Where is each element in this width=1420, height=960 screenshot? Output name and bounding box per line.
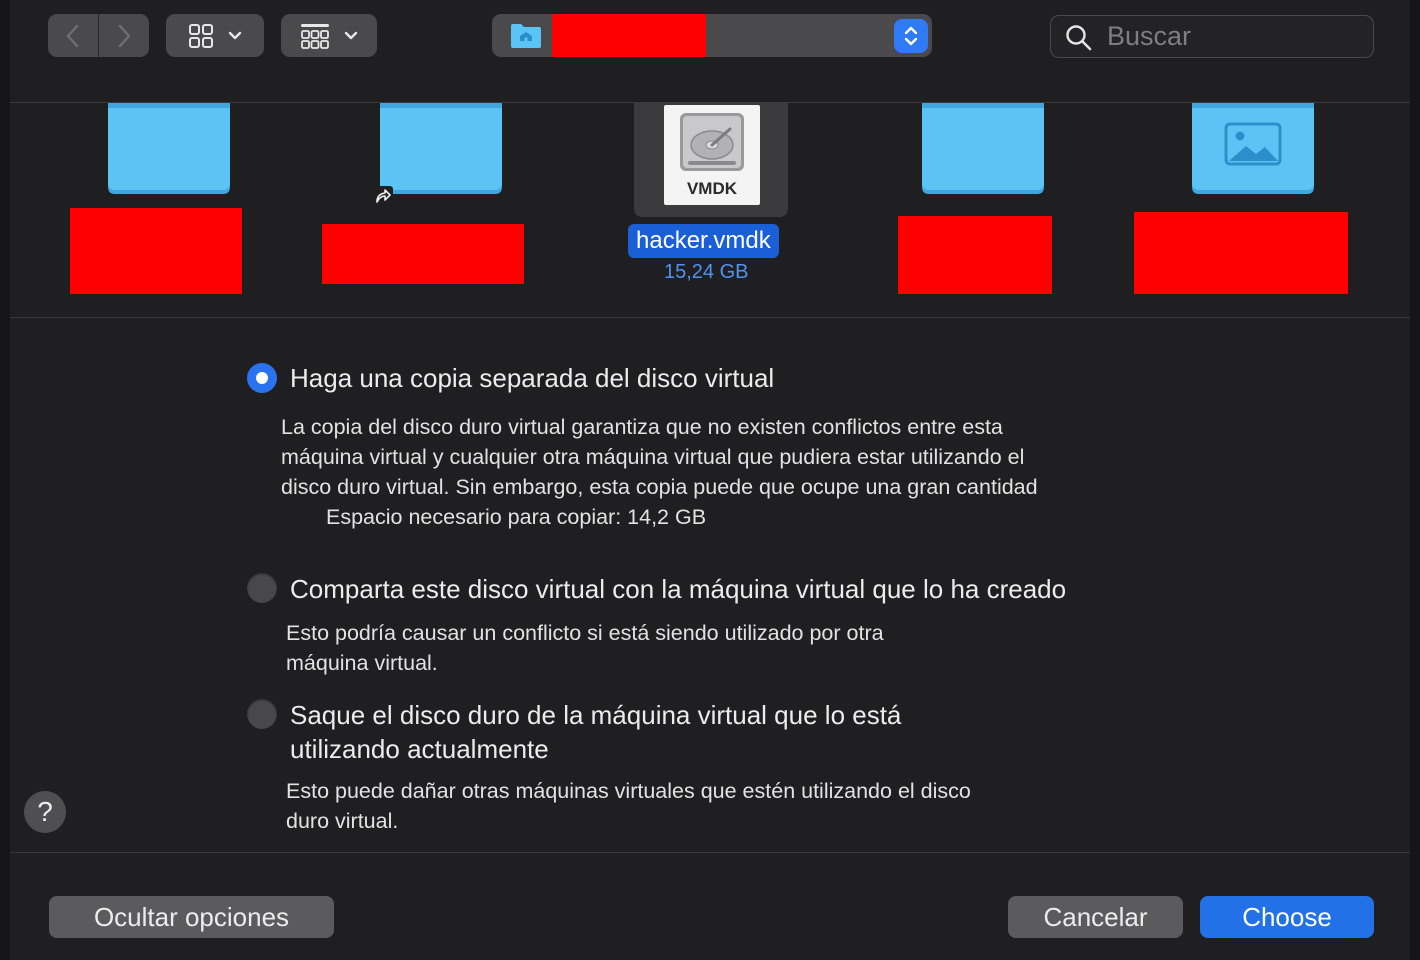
group-grid-icon	[301, 23, 329, 49]
search-icon	[1066, 25, 1092, 51]
location-popup[interactable]	[492, 14, 932, 57]
disk-options: Haga una copia separada del disco virtua…	[10, 318, 1410, 853]
option-detach-desc-line: duro virtual.	[286, 809, 399, 833]
up-down-chevron-icon	[904, 26, 918, 46]
chevron-down-icon	[228, 31, 242, 39]
option-copy-desc-line: La copia del disco duro virtual garantiz…	[281, 415, 1003, 439]
radio-dot	[256, 372, 268, 384]
folder-item[interactable]	[920, 103, 1046, 195]
window-edge-right	[1410, 0, 1420, 960]
search-field[interactable]	[1050, 15, 1374, 58]
chevron-down-icon	[344, 31, 358, 39]
folder-icon	[922, 103, 1044, 194]
pictures-folder-item[interactable]	[1190, 103, 1316, 195]
selected-file-size: 15,24 GB	[664, 261, 749, 283]
pictures-folder-icon	[1192, 103, 1314, 194]
location-name-redacted	[552, 14, 706, 57]
icon-grid-icon	[189, 23, 213, 48]
view-mode-button[interactable]	[166, 14, 264, 57]
folder-name-redacted	[70, 208, 242, 294]
window-edge-left	[0, 0, 10, 960]
option-share-radio[interactable]	[247, 573, 277, 603]
chevron-left-icon	[66, 24, 79, 47]
group-by-button[interactable]	[281, 14, 377, 57]
home-folder-icon	[511, 24, 541, 48]
location-stepper[interactable]	[894, 19, 928, 53]
folder-name-redacted	[322, 224, 524, 284]
option-share-desc-line: máquina virtual.	[286, 651, 438, 675]
hide-options-button[interactable]: Ocultar opciones	[49, 896, 334, 938]
file-chooser-window: VMDK hacker.vmdk 15,24 GB	[0, 0, 1420, 960]
selected-file-name[interactable]: hacker.vmdk	[628, 224, 779, 258]
file-type-badge: VMDK	[686, 179, 738, 198]
option-copy-desc-line: máquina virtual y cualquier otra máquina…	[281, 445, 1025, 469]
folder-icon	[108, 103, 230, 194]
forward-button[interactable]	[98, 14, 149, 57]
chevron-right-icon	[118, 24, 131, 47]
search-input[interactable]	[1107, 20, 1357, 53]
folder-name-redacted	[1134, 212, 1348, 294]
option-copy-radio[interactable]	[247, 363, 277, 393]
space-required-label: Espacio necesario para copiar: 14,2 GB	[326, 505, 707, 529]
option-copy-title[interactable]: Haga una copia separada del disco virtua…	[290, 361, 774, 395]
navigation-buttons	[48, 14, 149, 57]
option-detach-title[interactable]: Saque el disco duro de la máquina virtua…	[290, 698, 901, 732]
folder-name-redacted	[898, 216, 1052, 294]
folder-item[interactable]	[106, 103, 232, 195]
toolbar	[10, 0, 1410, 103]
hard-disk-icon	[680, 113, 744, 171]
cancel-button[interactable]: Cancelar	[1008, 896, 1183, 938]
vmdk-file-icon: VMDK	[664, 105, 760, 205]
file-browser: VMDK hacker.vmdk 15,24 GB	[10, 103, 1410, 318]
back-button[interactable]	[48, 14, 98, 57]
option-detach-desc-line: Esto puede dañar otras máquinas virtuale…	[286, 779, 971, 803]
folder-icon	[380, 103, 502, 194]
alias-arrow-icon	[373, 186, 393, 206]
option-copy-desc-line: disco duro virtual. Sin embargo, esta co…	[281, 475, 1038, 499]
choose-button[interactable]: Choose	[1200, 896, 1374, 938]
help-button[interactable]: ?	[24, 791, 66, 833]
option-share-title[interactable]: Comparta este disco virtual con la máqui…	[290, 572, 1066, 606]
selected-file-tile[interactable]: VMDK	[634, 103, 788, 217]
option-detach-radio[interactable]	[247, 699, 277, 729]
folder-alias-item[interactable]	[378, 103, 504, 195]
option-share-desc-line: Esto podría causar un conflicto si está …	[286, 621, 884, 645]
option-detach-title-cont[interactable]: utilizando actualmente	[290, 732, 549, 766]
